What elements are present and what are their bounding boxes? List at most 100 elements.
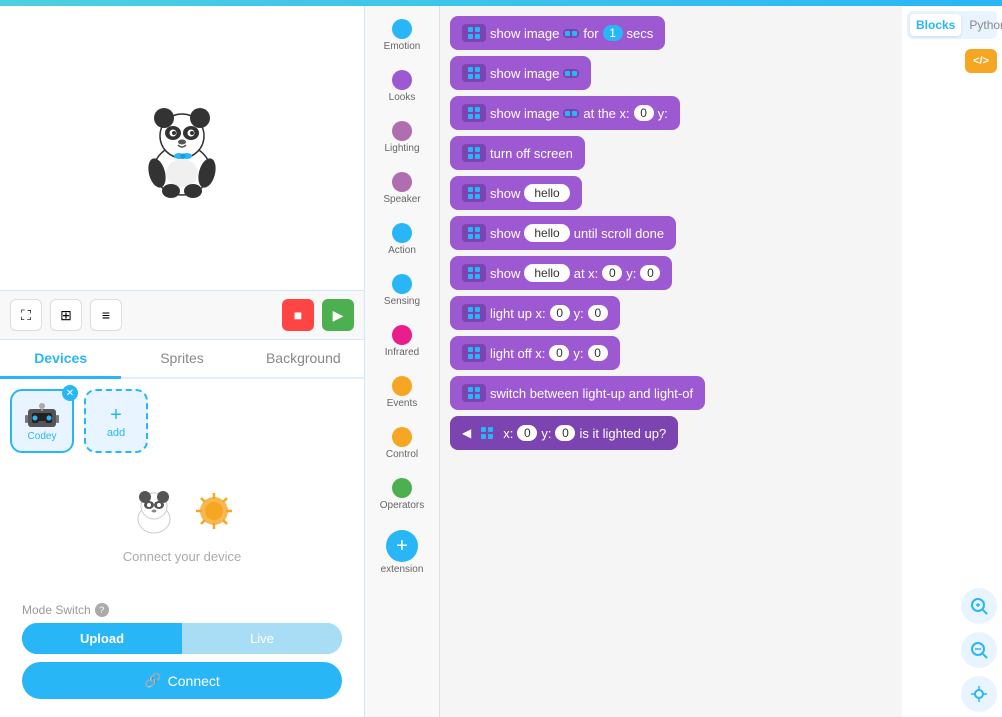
cat-operators[interactable]: Operators — [368, 470, 436, 519]
image-placeholder-2 — [563, 69, 579, 78]
help-icon[interactable]: ? — [95, 603, 109, 617]
add-label: add — [107, 427, 125, 439]
preview-controls: ⛶ ⊞ ≡ ■ ▶ — [0, 291, 364, 340]
cat-looks[interactable]: Looks — [368, 62, 436, 111]
cat-looks-label: Looks — [389, 92, 416, 103]
block-show-until-scroll[interactable]: show hello until scroll done — [450, 216, 676, 250]
cat-emotion[interactable]: Emotion — [368, 11, 436, 60]
zoom-out-btn[interactable] — [961, 632, 997, 668]
cat-infrared-label: Infrared — [385, 347, 419, 358]
block-icon-9 — [462, 344, 486, 362]
cat-sensing-label: Sensing — [384, 296, 420, 307]
block-icon-2 — [462, 64, 486, 82]
language-tabs: Blocks Python — [907, 11, 997, 39]
cat-speaker-label: Speaker — [383, 194, 420, 205]
extension-item[interactable]: + extension — [381, 525, 424, 575]
block-show-at-xy[interactable]: show hello at x: 0 y: 0 — [450, 256, 672, 290]
block-show-image-for[interactable]: show image for 1 secs — [450, 16, 665, 50]
left-panel: ⛶ ⊞ ≡ ■ ▶ Devices Sprites Background ✕ — [0, 6, 365, 717]
devices-content: ✕ Codey + — [0, 379, 364, 717]
block-is-lighted[interactable]: ◀ x: 0 y: 0 is it lighted up? — [450, 416, 678, 450]
sensing-dot — [392, 274, 412, 294]
upload-mode-btn[interactable]: Upload — [22, 623, 182, 654]
connect-area: Connect your device — [10, 461, 354, 587]
remove-device-btn[interactable]: ✕ — [62, 385, 78, 401]
live-mode-btn[interactable]: Live — [182, 623, 342, 654]
block-icon-5 — [462, 184, 486, 202]
emotion-dot — [392, 19, 412, 39]
block-icon-7 — [462, 264, 486, 282]
panda-illustration — [137, 98, 227, 198]
center-icon — [970, 685, 988, 703]
extension-plus-icon[interactable]: + — [386, 530, 418, 562]
cat-sensing[interactable]: Sensing — [368, 266, 436, 315]
block-arrow-left: ◀ — [462, 426, 471, 440]
cat-infrared[interactable]: Infrared — [368, 317, 436, 366]
action-dot — [392, 223, 412, 243]
spacer — [450, 456, 892, 476]
block-light-up[interactable]: light up x: 0 y: 0 — [450, 296, 620, 330]
zoom-out-icon — [970, 641, 988, 659]
add-device-btn[interactable]: + add — [84, 389, 148, 453]
cat-lighting[interactable]: Lighting — [368, 113, 436, 162]
mode-switch-label: Mode Switch ? — [22, 603, 342, 617]
block-icon-1 — [462, 24, 486, 42]
right-tools — [961, 588, 997, 712]
tab-sprites[interactable]: Sprites — [121, 340, 242, 379]
sun-icon — [192, 489, 237, 534]
stop-btn[interactable]: ■ — [282, 299, 314, 331]
block-switch-light[interactable]: switch between light-up and light-of — [450, 376, 705, 410]
small-panda-icon — [127, 484, 182, 539]
tab-background[interactable]: Background — [243, 340, 364, 379]
image-placeholder-3 — [563, 109, 579, 118]
cat-events[interactable]: Events — [368, 368, 436, 417]
looks-dot — [392, 70, 412, 90]
block-icon-11 — [475, 424, 499, 442]
cat-action-label: Action — [388, 245, 416, 256]
block-turn-off-screen[interactable]: turn off screen — [450, 136, 585, 170]
tab-devices[interactable]: Devices — [0, 340, 121, 379]
cat-operators-label: Operators — [380, 500, 424, 511]
left-panel-tabs: Devices Sprites Background — [0, 340, 364, 379]
connect-button[interactable]: 🔗 Connect — [22, 662, 342, 699]
blocks-panel: show image for 1 secs show image — [440, 6, 902, 717]
block-icon-8 — [462, 304, 486, 322]
codey-icon — [24, 401, 60, 429]
lighting-dot — [392, 121, 412, 141]
mode-toggle: Upload Live — [22, 623, 342, 654]
block-icon-3 — [462, 104, 486, 122]
block-icon-6 — [462, 224, 486, 242]
extension-label: extension — [381, 564, 424, 575]
block-show-hello[interactable]: show hello — [450, 176, 582, 210]
image-placeholder-1 — [563, 29, 579, 38]
center-btn[interactable] — [961, 676, 997, 712]
expand-btn[interactable]: ⛶ — [10, 299, 42, 331]
cat-control[interactable]: Control — [368, 419, 436, 468]
zoom-in-icon — [970, 597, 988, 615]
grid-btn[interactable]: ⊞ — [50, 299, 82, 331]
zoom-in-btn[interactable] — [961, 588, 997, 624]
main-layout: ⛶ ⊞ ≡ ■ ▶ Devices Sprites Background ✕ — [0, 6, 1002, 717]
block-icon-4 — [462, 144, 486, 162]
connect-illustration — [127, 484, 237, 539]
infrared-dot — [392, 325, 412, 345]
block-light-off[interactable]: light off x: 0 y: 0 — [450, 336, 620, 370]
list-btn[interactable]: ≡ — [90, 299, 122, 331]
category-panel: Emotion Looks Lighting Speaker Action Se… — [365, 6, 440, 717]
connect-text: Connect your device — [123, 549, 242, 564]
cat-speaker[interactable]: Speaker — [368, 164, 436, 213]
block-show-image-at[interactable]: show image at the x: 0 y: — [450, 96, 680, 130]
codey-label: Codey — [28, 431, 57, 442]
python-tab[interactable]: Python — [963, 14, 1002, 36]
block-show-image[interactable]: show image — [450, 56, 591, 90]
code-toggle-btn[interactable]: </> — [965, 49, 997, 73]
blocks-tab[interactable]: Blocks — [910, 14, 961, 36]
events-dot — [392, 376, 412, 396]
run-btn[interactable]: ▶ — [322, 299, 354, 331]
block-icon-10 — [462, 384, 486, 402]
cat-events-label: Events — [387, 398, 418, 409]
cat-action[interactable]: Action — [368, 215, 436, 264]
control-dot — [392, 427, 412, 447]
codey-device-card[interactable]: ✕ Codey — [10, 389, 74, 453]
preview-area — [0, 6, 364, 291]
